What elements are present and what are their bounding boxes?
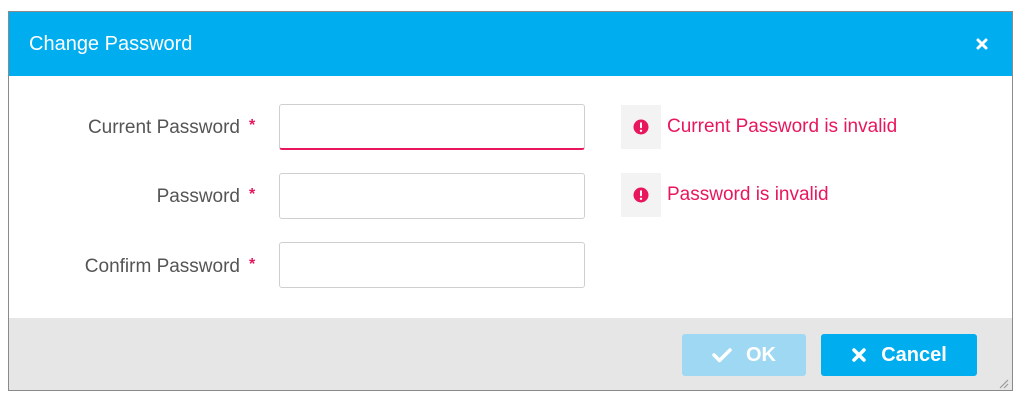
current-password-field[interactable] xyxy=(279,104,585,150)
ok-button[interactable]: OK xyxy=(682,334,806,376)
required-mark: * xyxy=(249,117,256,134)
required-mark: * xyxy=(249,256,256,273)
cancel-button-label: Cancel xyxy=(881,343,947,366)
error-icon xyxy=(621,173,661,217)
close-icon[interactable] xyxy=(972,34,992,54)
checkmark-icon xyxy=(712,348,732,363)
required-mark: * xyxy=(249,186,256,203)
password-field[interactable] xyxy=(279,173,585,219)
dialog-footer: OK Cancel xyxy=(9,318,1012,390)
error-icon xyxy=(621,105,661,149)
current-password-error: Current Password is invalid xyxy=(621,105,897,149)
current-password-label: Current Password xyxy=(87,117,240,138)
confirm-password-field[interactable] xyxy=(279,242,585,288)
dialog-header: Change Password xyxy=(9,12,1012,76)
error-message: Current Password is invalid xyxy=(667,116,898,137)
resize-grip-icon[interactable] xyxy=(997,377,1009,389)
confirm-password-label: Confirm Password xyxy=(84,256,240,277)
error-message: Password is invalid xyxy=(667,184,829,205)
password-error: Password is invalid xyxy=(621,173,829,217)
password-label: Password xyxy=(156,186,240,207)
dialog-title: Change Password xyxy=(29,33,193,55)
change-password-dialog: Change Password Current Password * Curre… xyxy=(8,11,1013,391)
cancel-button[interactable]: Cancel xyxy=(821,334,977,376)
ok-button-label: OK xyxy=(746,343,776,366)
close-icon xyxy=(852,348,866,362)
